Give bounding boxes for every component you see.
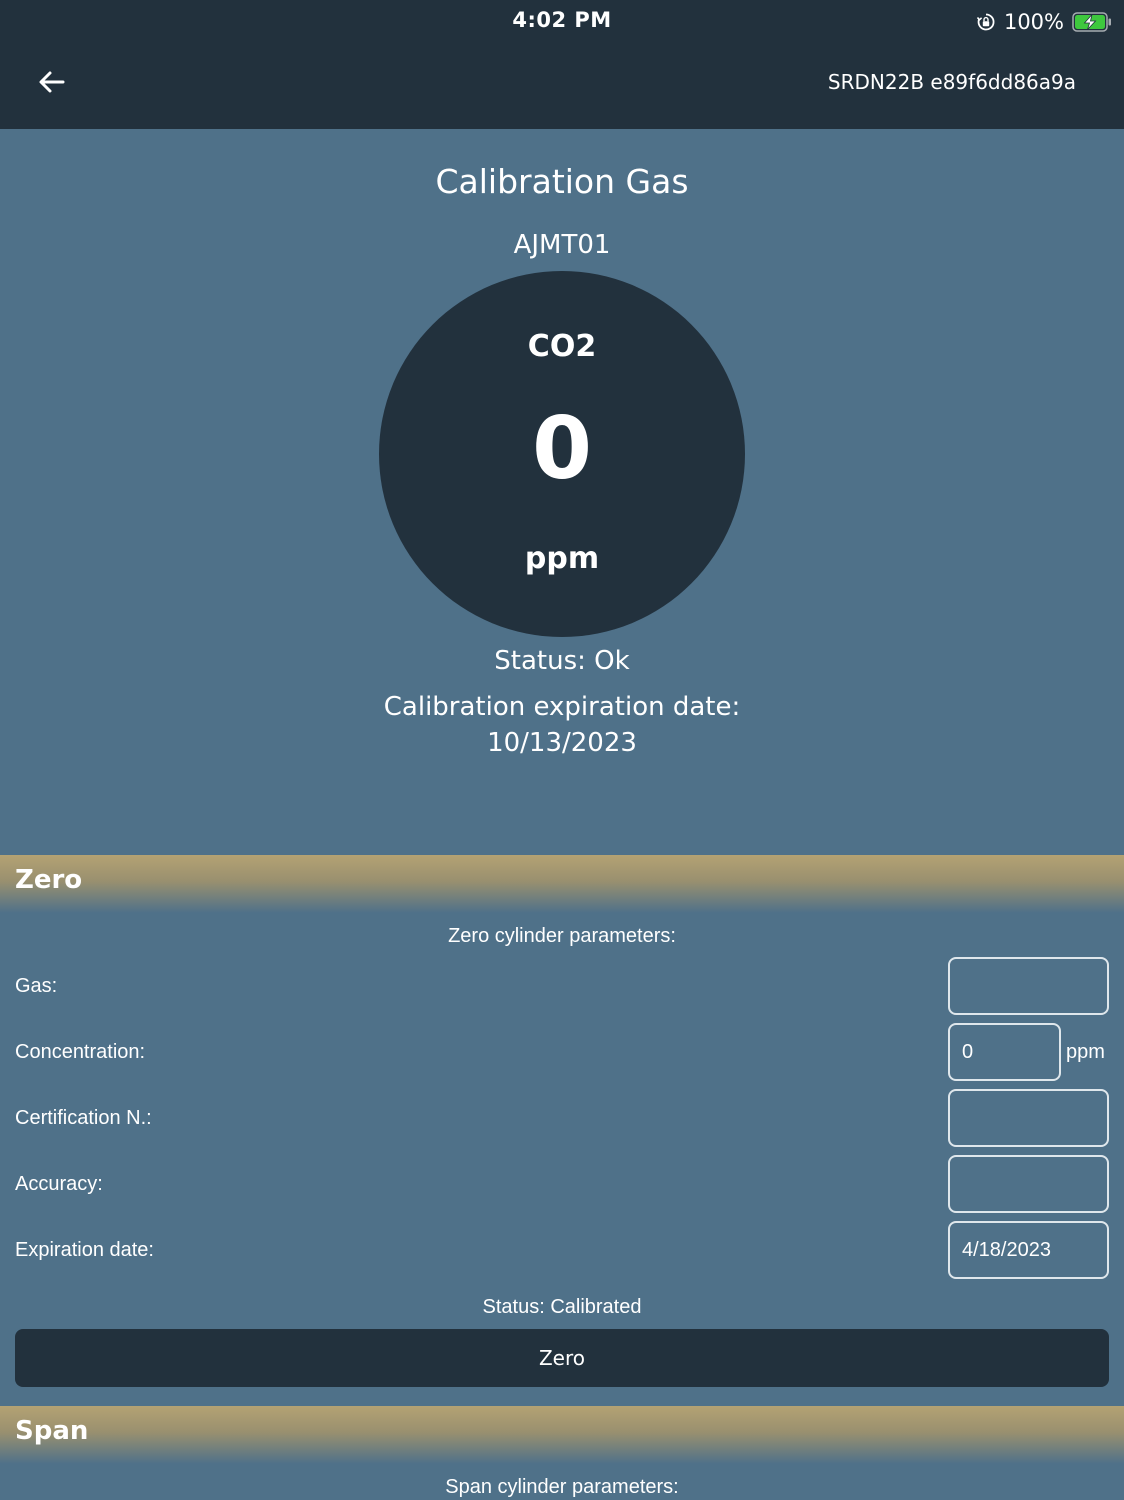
battery-percent: 100% [1003, 10, 1064, 34]
zero-section-title: Zero [15, 865, 83, 895]
zero-accuracy-label: Accuracy: [15, 1173, 103, 1195]
zero-gas-label: Gas: [15, 975, 58, 997]
battery-charging-icon [1072, 12, 1111, 32]
calibration-expiration-date: 10/13/2023 [487, 728, 637, 758]
top-bar: 4:02 PM 100% SRDN22B e89f6dd86a9a [0, 0, 1124, 129]
rotation-lock-icon [976, 13, 995, 31]
zero-concentration-label: Concentration: [15, 1041, 146, 1063]
arrow-left-icon [39, 71, 65, 93]
page-title: Calibration Gas [435, 162, 689, 201]
span-section-title: Span [15, 1416, 89, 1446]
zero-accuracy-input[interactable] [948, 1155, 1109, 1213]
zero-button[interactable]: Zero [15, 1329, 1109, 1387]
zero-section-header: Zero [0, 855, 1124, 913]
gauge-value: 0 [532, 399, 592, 499]
span-section-header: Span [0, 1406, 1124, 1464]
back-button[interactable] [32, 62, 72, 102]
sensor-name: AJMT01 [513, 230, 611, 260]
zero-expiration-label: Expiration date: [15, 1239, 154, 1261]
device-id: SRDN22B e89f6dd86a9a [827, 70, 1076, 94]
zero-concentration-unit: ppm [1066, 1041, 1105, 1063]
zero-gas-input[interactable] [948, 957, 1109, 1015]
calibration-expiration-label: Calibration expiration date: [383, 692, 741, 722]
zero-certification-label: Certification N.: [15, 1107, 152, 1129]
sensor-status: Status: Ok [494, 646, 630, 676]
span-cylinder-subheading: Span cylinder parameters: [445, 1476, 679, 1498]
status-indicators: 100% [976, 8, 1112, 36]
zero-certification-input[interactable] [948, 1089, 1109, 1147]
status-time: 4:02 PM [512, 8, 612, 32]
gauge-gas-label: CO2 [527, 329, 597, 364]
zero-concentration-input[interactable]: 0 [948, 1023, 1061, 1081]
gauge-unit: ppm [524, 541, 600, 576]
zero-status: Status: Calibrated [482, 1296, 642, 1318]
sensor-reading-gauge: CO2 0 ppm [379, 271, 745, 637]
zero-cylinder-subheading: Zero cylinder parameters: [448, 925, 676, 947]
zero-expiration-input[interactable]: 4/18/2023 [948, 1221, 1109, 1279]
